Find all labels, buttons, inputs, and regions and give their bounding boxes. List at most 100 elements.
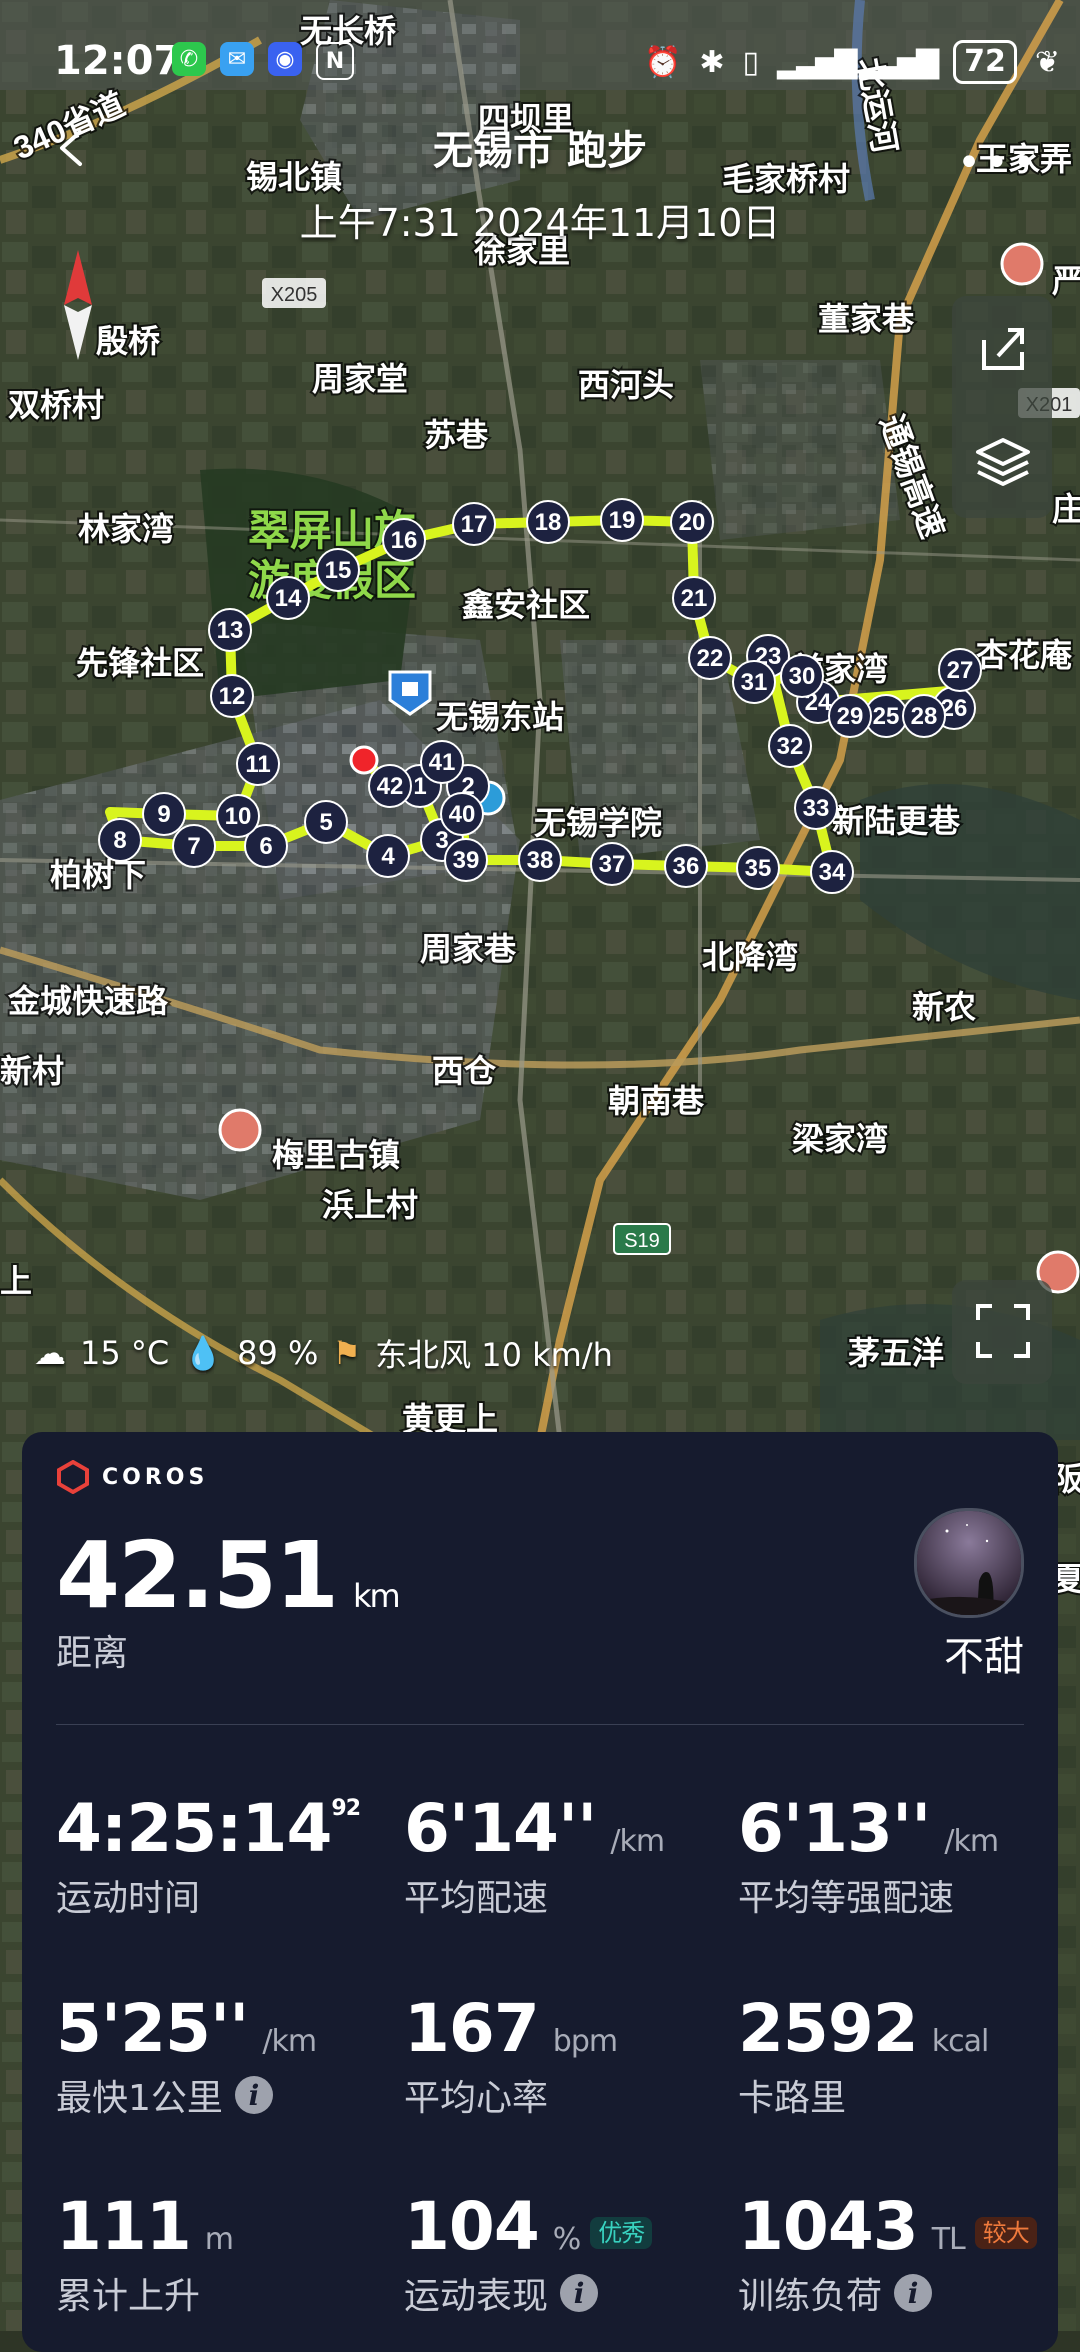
km-marker-16: 16 (382, 518, 426, 562)
stat-time-label: 运动时间 (56, 1878, 201, 1919)
svg-text:7: 7 (187, 833, 200, 860)
share-icon[interactable] (976, 322, 1030, 376)
compass-icon[interactable] (60, 250, 96, 360)
svg-text:42: 42 (377, 773, 404, 800)
coros-logo-icon (57, 1460, 89, 1494)
performance-badge: 优秀 (590, 2217, 653, 2250)
app-icon: ◉ (268, 42, 302, 76)
map-label: 严 (1052, 263, 1080, 299)
km-marker-13: 13 (208, 608, 252, 652)
km-marker-40: 40 (440, 792, 484, 836)
svg-text:30: 30 (789, 663, 816, 690)
svg-text:9: 9 (157, 801, 170, 828)
activity-datetime: 上午7:31 2024年11月10日 (299, 201, 781, 245)
info-icon[interactable]: i (894, 2274, 933, 2312)
start-point-marker (349, 745, 379, 775)
distance-value: 42.51 km (56, 1522, 401, 1629)
vibrate-icon: ▯ (742, 44, 759, 80)
map-label: 苏巷 (424, 417, 489, 453)
svg-text:13: 13 (217, 617, 244, 644)
training-load-badge: 较大 (974, 2217, 1037, 2250)
km-marker-38: 38 (518, 838, 562, 882)
svg-text:25: 25 (873, 703, 900, 730)
alarm-icon: ⏰ (643, 44, 682, 80)
km-marker-37: 37 (590, 842, 634, 886)
map-side-controls (952, 296, 1052, 518)
map-label: 新农 (912, 989, 976, 1025)
stat-performance-label: 运动表现 (404, 2276, 549, 2317)
km-marker-14: 14 (266, 576, 310, 620)
nfc-icon: N (316, 42, 354, 80)
stat-elevation: 111 m 累计上升 (56, 2188, 234, 2317)
brand-name: COROS (102, 1464, 209, 1490)
map-label: 林家湾 (78, 511, 174, 547)
km-marker-5: 5 (304, 800, 348, 844)
km-marker-34: 34 (810, 850, 854, 894)
svg-text:31: 31 (741, 669, 768, 696)
fullscreen-icon (976, 1304, 1030, 1358)
info-icon[interactable]: i (234, 2076, 273, 2114)
km-marker-30: 30 (780, 654, 824, 698)
km-marker-11: 11 (236, 742, 280, 786)
stat-gap-label: 平均等强配速 (738, 1878, 955, 1919)
stat-heart-rate-label: 平均心率 (404, 2078, 549, 2119)
map-label: 浜上村 (322, 1187, 418, 1223)
weather-bar: ☁ 15 °C 💧 89 % ⚑ 东北风 10 km/h (34, 1330, 613, 1376)
stat-training-load: 1043 TL 较大 训练负荷 i (738, 2188, 1037, 2319)
user-name: 不甜 (944, 1634, 1024, 1680)
km-marker-35: 35 (736, 846, 780, 890)
stat-time: 4:25:1492 运动时间 (56, 1790, 361, 1919)
stat-performance: 104% 优秀 运动表现 i (404, 2188, 653, 2319)
svg-text:19: 19 (609, 507, 636, 534)
map-label: 周家堂 (312, 361, 408, 397)
map-label: 北降湾 (702, 939, 798, 975)
map-label: 双桥村 (8, 387, 104, 423)
svg-text:8: 8 (113, 827, 126, 854)
map-label: 杏花庵 (976, 637, 1072, 673)
km-marker-41: 41 (420, 740, 464, 784)
map-label: 茅五洋 (848, 1335, 944, 1371)
message-icon: ✉ (220, 42, 254, 76)
notification-icons: ✆ ✉ ◉ N (172, 42, 354, 80)
map-label: 无锡东站 (436, 699, 564, 735)
svg-text:41: 41 (429, 749, 456, 776)
km-marker-19: 19 (600, 498, 644, 542)
svg-text:S19: S19 (624, 1230, 660, 1252)
svg-text:5: 5 (319, 809, 332, 836)
km-marker-29: 29 (828, 694, 872, 738)
km-marker-27: 27 (938, 648, 982, 692)
stats-card: COROS 42.51 km 距离 不甜 4:25:1492 运动时间 6'14'… (22, 1432, 1058, 2352)
avatar[interactable] (914, 1508, 1024, 1618)
humidity-icon: 💧 (183, 1334, 224, 1372)
km-marker-31: 31 (732, 660, 776, 704)
stat-elevation-label: 累计上升 (56, 2276, 201, 2317)
layers-icon[interactable] (974, 436, 1032, 490)
map-label: 先锋社区 (76, 645, 204, 681)
svg-text:20: 20 (679, 509, 706, 536)
distance-unit: km (353, 1577, 401, 1615)
km-marker-4: 4 (366, 834, 410, 878)
stat-calories: 2592 kcal 卡路里 (738, 1990, 989, 2119)
svg-text:37: 37 (599, 851, 626, 878)
info-icon[interactable]: i (560, 2274, 599, 2312)
svg-text:14: 14 (275, 585, 302, 612)
svg-text:32: 32 (777, 733, 804, 760)
map-label: 金城快速路 (7, 983, 169, 1019)
km-marker-7: 7 (172, 824, 216, 868)
svg-text:1: 1 (413, 773, 426, 800)
svg-text:36: 36 (673, 853, 700, 880)
road-badge-x205: X205 (262, 278, 326, 308)
stat-avg-pace: 6'14''/km 平均配速 (404, 1790, 665, 1919)
svg-text:6: 6 (259, 833, 272, 860)
svg-text:18: 18 (535, 509, 562, 536)
fullscreen-button[interactable] (952, 1280, 1052, 1384)
km-marker-42: 42 (368, 764, 412, 808)
more-options-icon[interactable]: ••• (957, 140, 1040, 186)
km-marker-18: 18 (526, 500, 570, 544)
map-label: 鑫安社区 (462, 587, 590, 623)
map-label: 新陆更巷 (832, 803, 961, 839)
km-marker-10: 10 (216, 794, 260, 838)
svg-text:16: 16 (391, 527, 418, 554)
brand-logo: COROS (56, 1460, 208, 1494)
km-marker-8: 8 (98, 818, 142, 862)
